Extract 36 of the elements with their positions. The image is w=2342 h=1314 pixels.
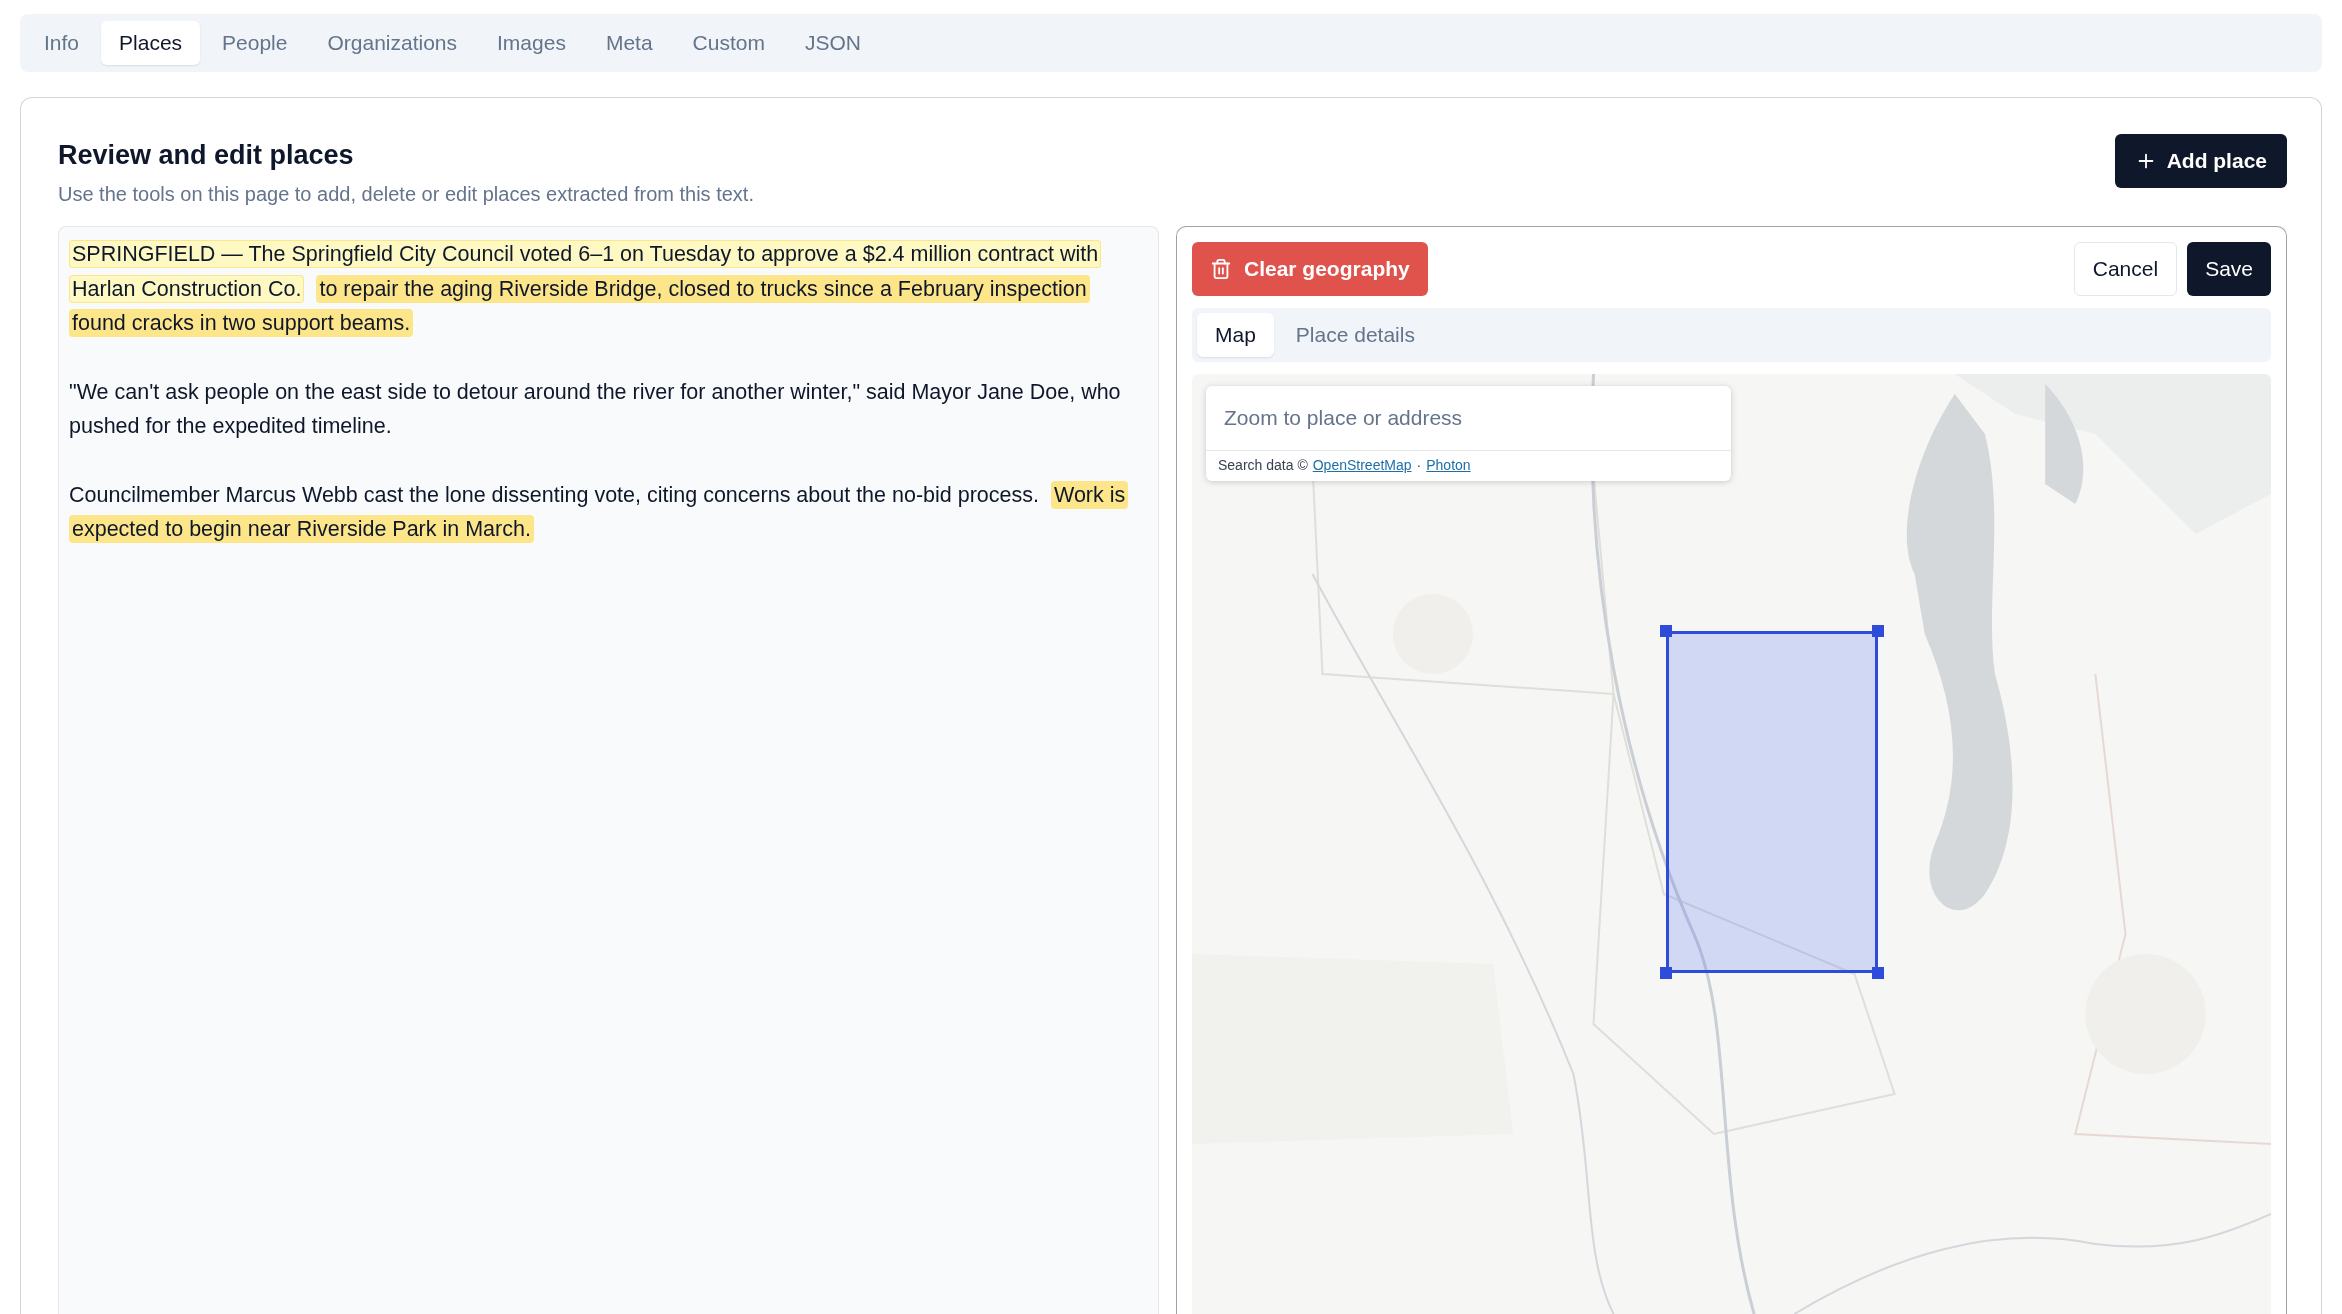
attribution-text: Search data © <box>1218 457 1308 473</box>
tab[interactable]: Places <box>101 21 201 65</box>
trash-icon <box>1210 258 1232 280</box>
place-highlight[interactable]: SPRINGFIELD — The Springfield City Council voted 6–1 on Tuesday to approve a $2.4 million contract with <box>69 240 1102 269</box>
tab[interactable]: People <box>204 21 306 65</box>
page-title: Review and edit places <box>58 140 355 171</box>
tab[interactable]: Info <box>26 21 98 65</box>
tab[interactable]: Place details <box>1277 313 1433 357</box>
resize-handle[interactable] <box>1872 967 1884 979</box>
tab[interactable]: Map <box>1197 313 1274 357</box>
article-text: pushed for the expedited timeline. <box>69 413 392 441</box>
search-field[interactable]: Zoom to place or address <box>1206 386 1731 451</box>
attribution-link[interactable]: OpenStreetMap <box>1312 457 1412 473</box>
save-button[interactable]: Save <box>2187 242 2271 296</box>
tab[interactable]: Images <box>479 21 584 65</box>
resize-handle[interactable] <box>1872 625 1884 637</box>
place-highlight[interactable]: Harlan Construction Co. <box>69 274 305 303</box>
place-highlight[interactable]: Work is <box>1051 480 1129 509</box>
cancel-button[interactable]: Cancel <box>2073 242 2178 296</box>
selection-rectangle[interactable] <box>1666 631 1878 973</box>
place-highlight[interactable]: expected to begin near Riverside Park in March. <box>69 515 534 544</box>
resize-handle[interactable] <box>1660 625 1672 637</box>
article-text: Councilmember Marcus Webb cast the lone dissenting vote, citing concerns about the no-bid process. <box>69 481 1039 509</box>
place-highlight[interactable]: found cracks in two support beams. <box>69 309 414 338</box>
tab[interactable]: Organizations <box>309 21 476 65</box>
article-text: "We can't ask people on the east side to detour around the river for another winter," said Mayor Jane Doe, who <box>69 378 1121 406</box>
page-subtitle: Use the tools on this page to add, delete or edit places extracted from this text. <box>58 183 754 206</box>
tab[interactable]: Custom <box>674 21 783 65</box>
tab[interactable]: JSON <box>786 21 879 65</box>
clear-geography-button[interactable]: Clear geography <box>1192 242 1428 296</box>
tab[interactable]: Meta <box>587 21 671 65</box>
place-highlight[interactable]: to repair the aging Riverside Bridge, closed to trucks since a February inspection <box>316 274 1090 303</box>
attribution-link[interactable]: Photon <box>1426 457 1471 473</box>
add-place-button[interactable]: Add place <box>2114 134 2287 188</box>
separator-text: · <box>1416 457 1422 473</box>
resize-handle[interactable] <box>1660 967 1672 979</box>
